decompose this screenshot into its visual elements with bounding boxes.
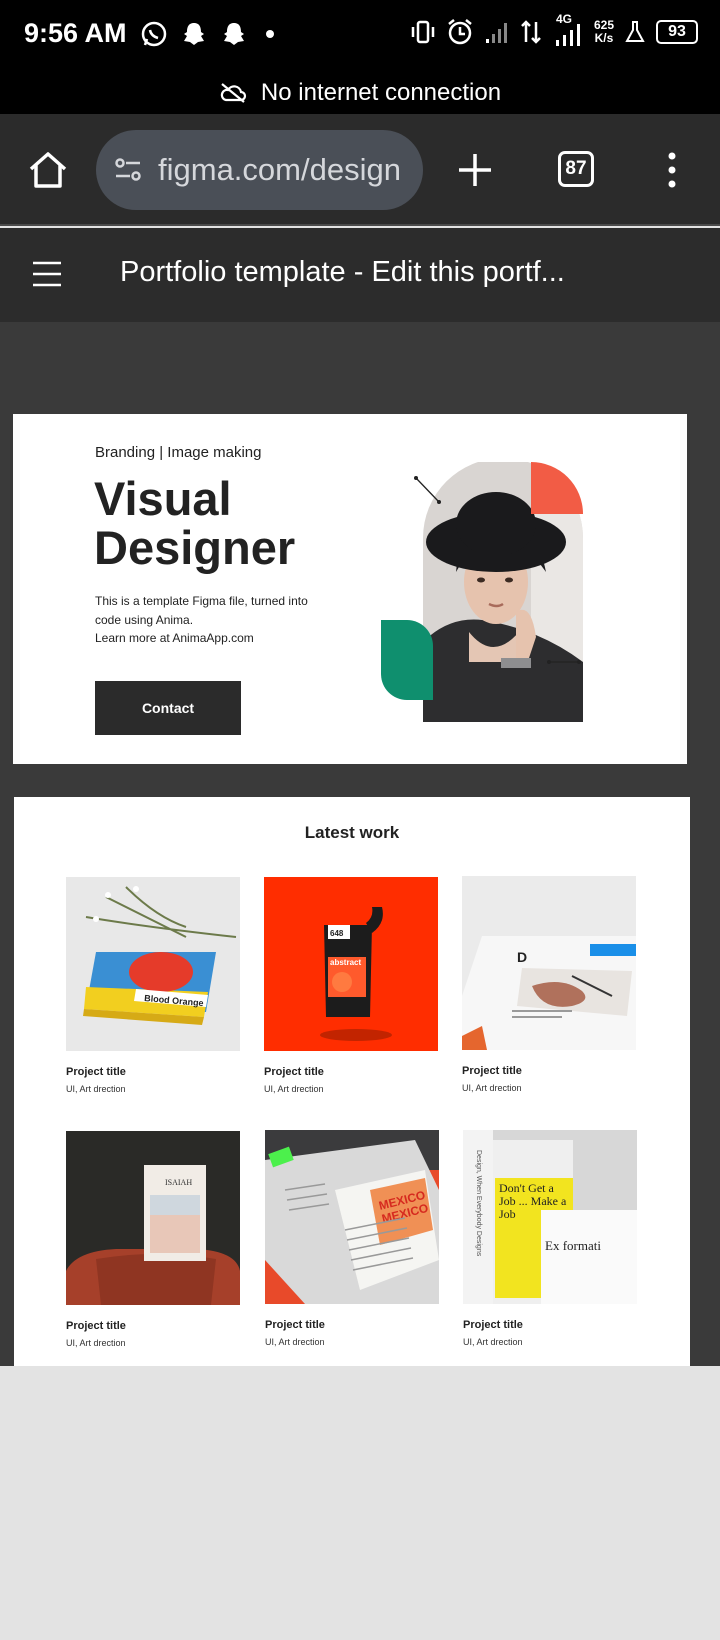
project-title: Project title [265,1319,325,1331]
project-title: Project title [264,1066,324,1078]
project-description: UI, Art drection [66,1084,126,1094]
dot-icon [266,30,274,38]
project-card[interactable]: 648 abstract Project title UI, Art drect… [264,877,440,1094]
project-card[interactable]: Design, When Everybody Designs Don't Get… [463,1130,639,1347]
home-icon[interactable] [26,148,70,192]
system-icons: 4G 625 K/s 93 [410,12,698,48]
project-description: UI, Art drection [66,1338,126,1348]
project-thumbnail[interactable]: MEXICO MEXICO [265,1130,439,1304]
snapchat-icon [224,23,244,45]
whatsapp-icon [141,21,167,47]
tune-icon[interactable] [112,154,144,186]
latest-work-frame[interactable]: Latest work Blood Orange Project title U… [14,797,690,1366]
address-bar[interactable]: figma.com/design [96,130,423,210]
page-spread-image: D [462,876,636,1050]
project-title: Project title [463,1319,523,1331]
blood-orange-book-image: Blood Orange [66,877,240,1051]
alarm-icon [448,19,472,45]
flask-icon [625,21,645,42]
page-background [0,1366,720,1640]
no-internet-banner: No internet connection [0,72,720,114]
plus-icon[interactable] [455,150,495,190]
snapchat-icon [184,23,204,45]
project-thumbnail[interactable]: 648 abstract [264,877,438,1051]
latest-work-title: Latest work [304,823,400,842]
notification-icons [140,20,280,48]
project-description: UI, Art drection [462,1083,522,1093]
project-card[interactable]: Blood Orange Project title UI, Art drect… [66,877,242,1094]
project-thumbnail[interactable]: Blood Orange [66,877,240,1051]
status-bar: 9:56 AM 4G 625 K/s 93 [0,0,720,72]
svg-text:ISAIAH: ISAIAH [165,1178,192,1187]
signal-icon [485,23,507,43]
hero-portrait [381,462,583,722]
hero-frame[interactable]: Branding | Image making Visual Designer … [13,414,687,764]
no-internet-text: No internet connection [260,79,502,106]
status-time: 9:56 AM [24,18,127,48]
project-title: Project title [462,1065,522,1077]
vibrate-icon [411,20,435,44]
file-title[interactable]: Portfolio template - Edit this portf... [120,256,565,289]
contact-button[interactable]: Contact [95,681,241,735]
cloud-off-icon [220,83,247,103]
figma-header: Portfolio template - Edit this portf... [0,228,720,322]
svg-text:648: 648 [330,929,344,938]
network-speed: 625 K/s [593,18,614,45]
hero-description: This is a template Figma file, turned in… [95,594,308,645]
data-icon [521,20,541,44]
project-card[interactable]: MEXICO MEXICO Project title UI, Art drec… [265,1130,441,1347]
signal-4g-icon: 4G [552,12,584,48]
svg-text:abstract: abstract [330,958,361,967]
svg-text:Ex formati: Ex formati [545,1238,601,1253]
project-thumbnail[interactable]: D [462,876,636,1050]
svg-text:Design, When Everybody Designs: Design, When Everybody Designs [475,1150,482,1257]
project-card[interactable]: D Project title UI, Art drection [462,876,638,1093]
tab-switcher-button[interactable]: 87 [558,151,594,187]
hero-eyebrow: Branding | Image making [95,444,262,461]
project-title: Project title [66,1066,126,1078]
project-description: UI, Art drection [463,1337,523,1347]
svg-text:D: D [517,949,527,965]
isaiah-book-image: ISAIAH [66,1131,240,1305]
project-description: UI, Art drection [264,1084,324,1094]
browser-toolbar: figma.com/design 87 [0,114,720,226]
url-text[interactable]: figma.com/design [158,152,401,188]
battery-indicator: 93 [656,20,698,44]
project-thumbnail[interactable]: ISAIAH [66,1131,240,1305]
project-title: Project title [66,1320,126,1332]
project-thumbnail[interactable]: Design, When Everybody Designs Don't Get… [463,1130,637,1304]
hero-heading: Visual Designer [94,472,296,574]
project-card[interactable]: ISAIAH Project title UI, Art drection [66,1131,242,1348]
design-books-image: Design, When Everybody Designs Don't Get… [463,1130,637,1304]
hamburger-icon[interactable] [32,261,62,287]
paint-pouch-image: 648 abstract [264,877,438,1051]
project-description: UI, Art drection [265,1337,325,1347]
magazine-spread-image: MEXICO MEXICO [265,1130,439,1304]
more-vert-icon[interactable] [660,148,684,192]
